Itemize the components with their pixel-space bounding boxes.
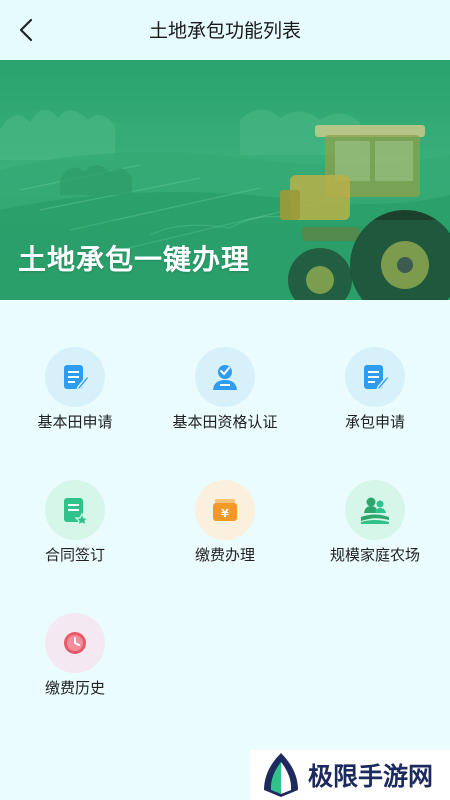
menu-item-label: 缴费办理 — [194, 546, 255, 564]
menu-item-payment-history[interactable]: 缴费历史 — [0, 606, 150, 716]
icon-circle — [45, 480, 105, 540]
payment-yen-icon: ¥ — [213, 499, 237, 521]
hero-banner: 土地承包一键办理 — [0, 60, 450, 300]
menu-item-contract-sign[interactable]: 合同签订 — [0, 473, 150, 583]
icon-circle: ¥ — [195, 480, 255, 540]
header-bar: 土地承包功能列表 — [0, 0, 450, 60]
icon-circle — [195, 347, 255, 407]
clock-history-icon — [64, 632, 86, 654]
menu-item-label: 合同签订 — [44, 546, 105, 564]
family-farm-icon — [361, 497, 389, 524]
form-edit-icon — [364, 365, 390, 392]
icon-circle — [345, 347, 405, 407]
watermark-logo — [264, 753, 298, 797]
contract-sign-icon — [64, 498, 90, 525]
icon-circle — [45, 613, 105, 673]
menu-item-label: 基本田资格认证 — [172, 413, 278, 431]
menu-item-payment[interactable]: ¥ 缴费办理 — [150, 473, 300, 583]
menu-item-family-farm[interactable]: 规模家庭农场 — [300, 473, 450, 583]
menu-item-label: 缴费历史 — [44, 679, 105, 697]
icon-circle — [45, 347, 105, 407]
svg-text:¥: ¥ — [221, 507, 229, 520]
site-watermark: 极限手游网 — [250, 750, 450, 800]
verified-user-icon — [213, 365, 237, 390]
icon-circle — [345, 480, 405, 540]
form-edit-icon — [64, 365, 90, 392]
watermark-text: 极限手游网 — [308, 762, 434, 791]
banner-headline: 土地承包一键办理 — [18, 243, 251, 276]
menu-item-basic-field-apply[interactable]: 基本田申请 — [0, 340, 150, 450]
menu-item-qualification-cert[interactable]: 基本田资格认证 — [150, 340, 300, 450]
menu-item-contract-apply[interactable]: 承包申请 — [300, 340, 450, 450]
page-title: 土地承包功能列表 — [148, 20, 301, 42]
menu-item-label: 规模家庭农场 — [329, 546, 420, 564]
menu-item-label: 承包申请 — [344, 413, 405, 431]
menu-item-label: 基本田申请 — [37, 413, 113, 431]
